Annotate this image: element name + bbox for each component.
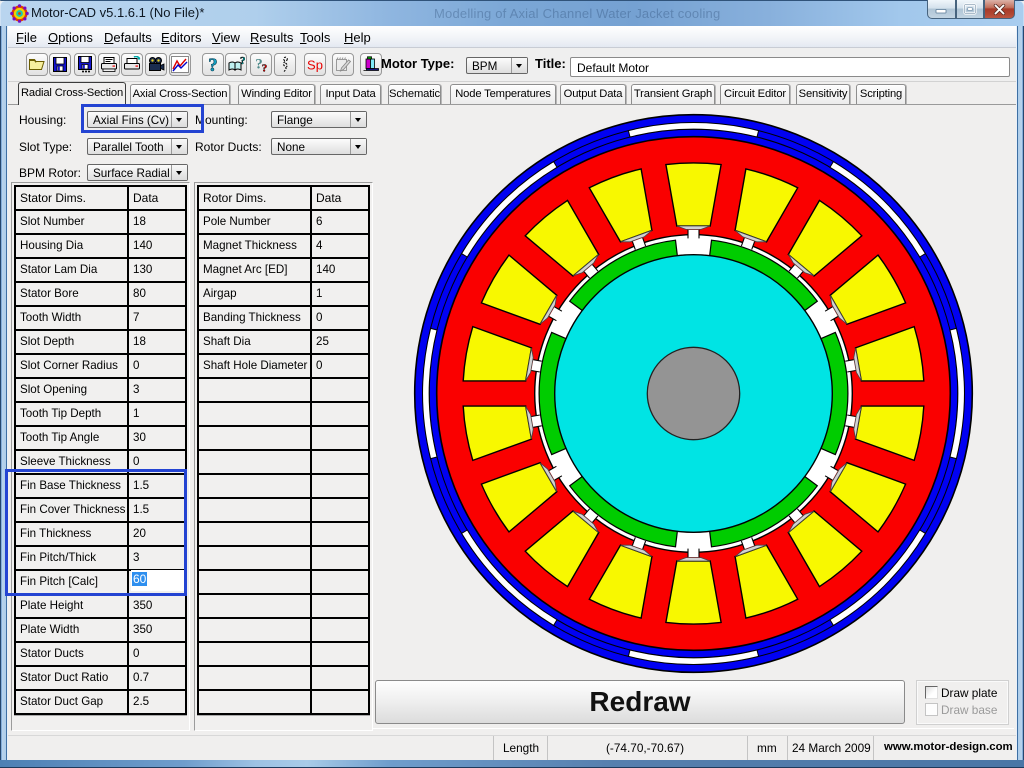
svg-text:?: ? <box>208 56 218 73</box>
svg-text:?: ? <box>261 63 267 74</box>
svg-text:?: ? <box>240 56 245 67</box>
svg-text:Sp: Sp <box>307 58 323 73</box>
